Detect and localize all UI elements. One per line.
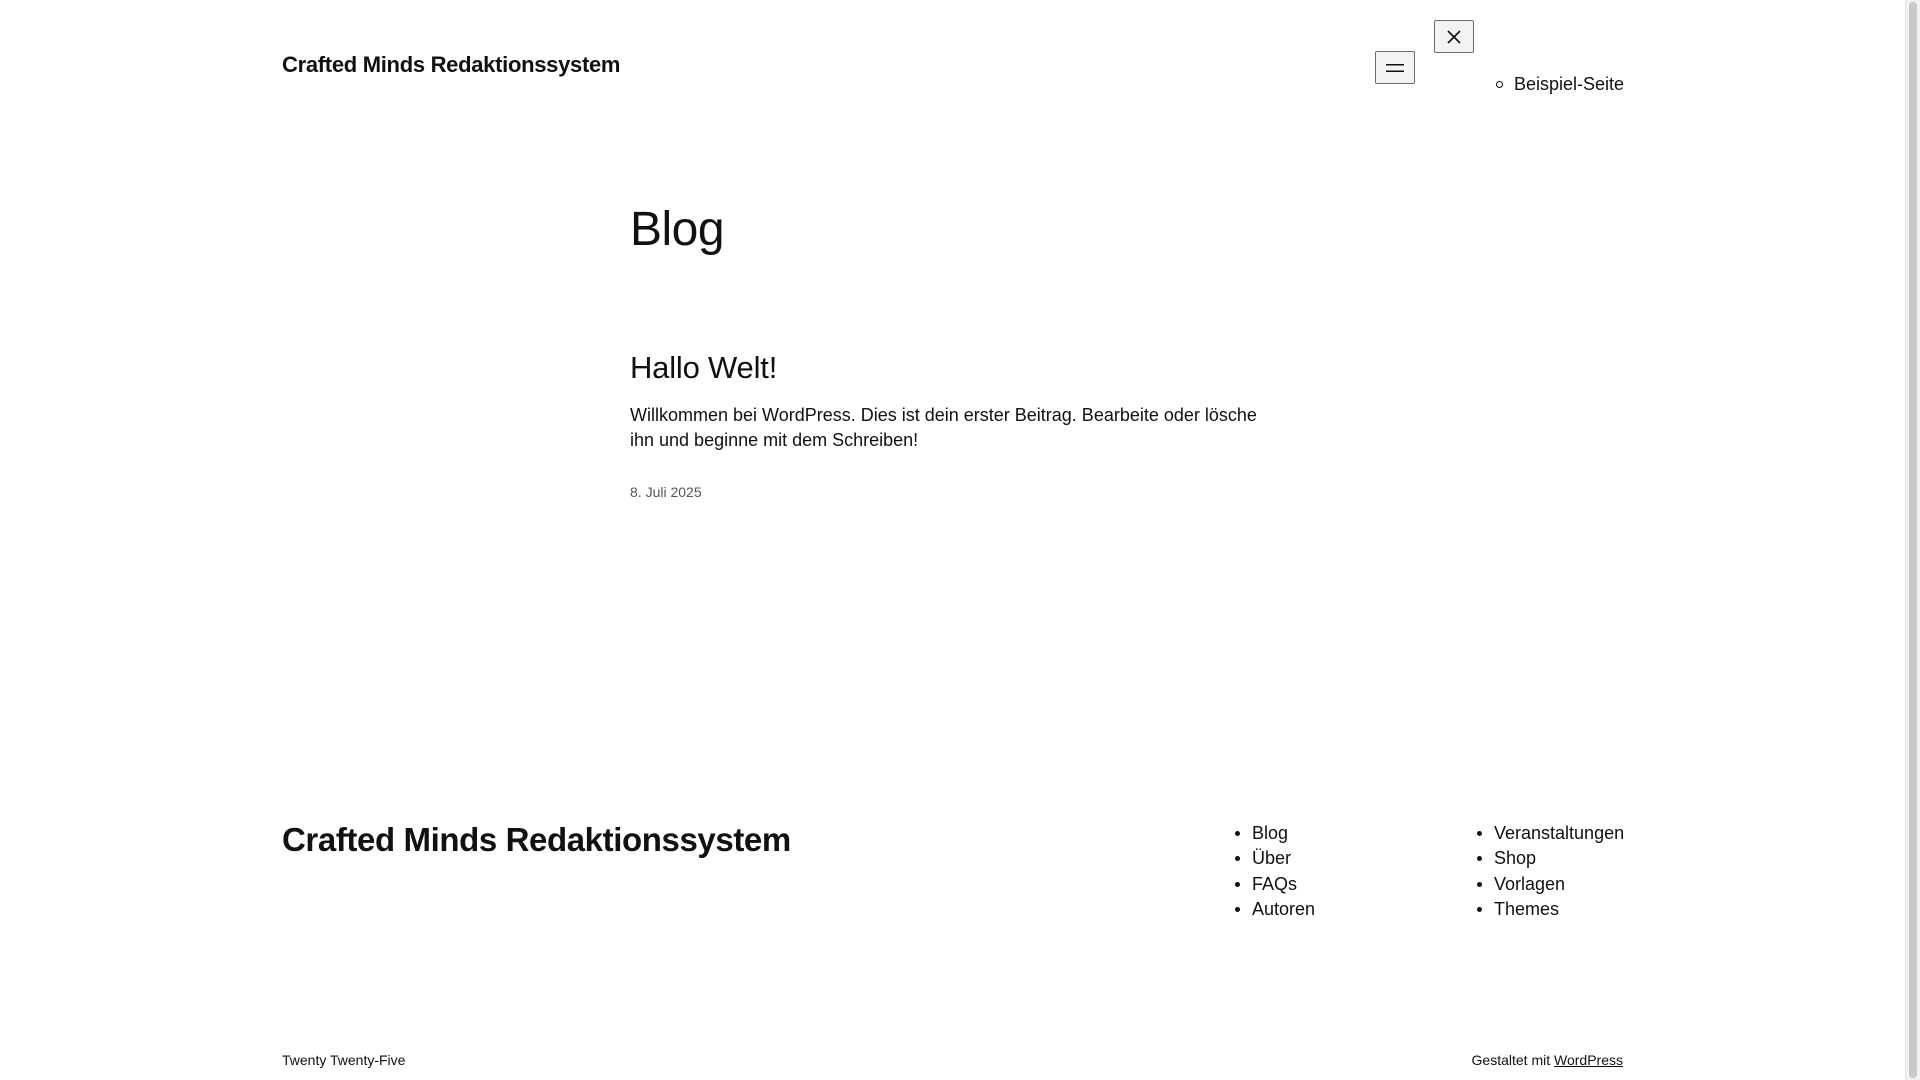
footer-nav-item: Veranstaltungen bbox=[1475, 821, 1624, 846]
footer-link-ueber[interactable]: Über bbox=[1252, 848, 1291, 868]
menu-icon bbox=[1386, 63, 1404, 72]
menu-open-button[interactable] bbox=[1375, 51, 1415, 84]
page-title: Blog bbox=[630, 203, 725, 256]
footer-link-veranstaltungen[interactable]: Veranstaltungen bbox=[1494, 823, 1624, 843]
footer-nav-item: FAQs bbox=[1233, 872, 1315, 897]
theme-credit-link[interactable]: Twenty Twenty-Five bbox=[282, 1052, 405, 1068]
footer-nav-item: Themes bbox=[1475, 897, 1624, 922]
vertical-scrollbar[interactable] bbox=[1905, 0, 1920, 1080]
footer-nav-item: Autoren bbox=[1233, 897, 1315, 922]
footer-nav-item: Shop bbox=[1475, 846, 1624, 871]
footer-link-shop[interactable]: Shop bbox=[1494, 848, 1536, 868]
site-title-link[interactable]: Crafted Minds Redaktionssystem bbox=[282, 52, 621, 78]
footer-site-title-link[interactable]: Crafted Minds Redaktionssystem bbox=[282, 820, 791, 860]
page: Crafted Minds Redaktionssystem Beispiel-… bbox=[0, 0, 1905, 1080]
wordpress-link[interactable]: WordPress bbox=[1554, 1052, 1623, 1068]
overlay-nav-item: Beispiel-Seite bbox=[1490, 71, 1624, 97]
footer-nav-item: Über bbox=[1233, 846, 1315, 871]
footer-link-blog[interactable]: Blog bbox=[1252, 823, 1288, 843]
menu-close-button[interactable] bbox=[1434, 20, 1474, 53]
scrollbar-thumb[interactable] bbox=[1909, 2, 1917, 1078]
post-date: 8. Juli 2025 bbox=[630, 484, 702, 500]
post-title-link[interactable]: Hallo Welt! bbox=[630, 350, 777, 385]
nav-link-beispiel-seite[interactable]: Beispiel-Seite bbox=[1514, 74, 1624, 94]
post-date-link[interactable]: 8. Juli 2025 bbox=[630, 484, 702, 500]
footer-nav-item: Blog bbox=[1233, 821, 1315, 846]
designed-with-credit: Gestaltet mit WordPress bbox=[1472, 1052, 1623, 1068]
post-excerpt: Willkommen bei WordPress. Dies ist dein … bbox=[630, 405, 1257, 450]
close-icon bbox=[1447, 29, 1461, 44]
footer-nav-item: Vorlagen bbox=[1475, 872, 1624, 897]
footer-link-themes[interactable]: Themes bbox=[1494, 899, 1559, 919]
footer-nav-column-1: Blog Über FAQs Autoren bbox=[1233, 821, 1315, 922]
footer-link-vorlagen[interactable]: Vorlagen bbox=[1494, 874, 1565, 894]
post-title: Hallo Welt! bbox=[630, 348, 777, 388]
overlay-navigation: Beispiel-Seite bbox=[1490, 71, 1624, 97]
theme-credit: Twenty Twenty-Five bbox=[282, 1052, 405, 1068]
designed-with-prefix: Gestaltet mit bbox=[1471, 1052, 1551, 1068]
footer-link-autoren[interactable]: Autoren bbox=[1252, 899, 1315, 919]
footer-nav-column-2: Veranstaltungen Shop Vorlagen Themes bbox=[1475, 821, 1624, 922]
footer-link-faqs[interactable]: FAQs bbox=[1252, 874, 1297, 894]
